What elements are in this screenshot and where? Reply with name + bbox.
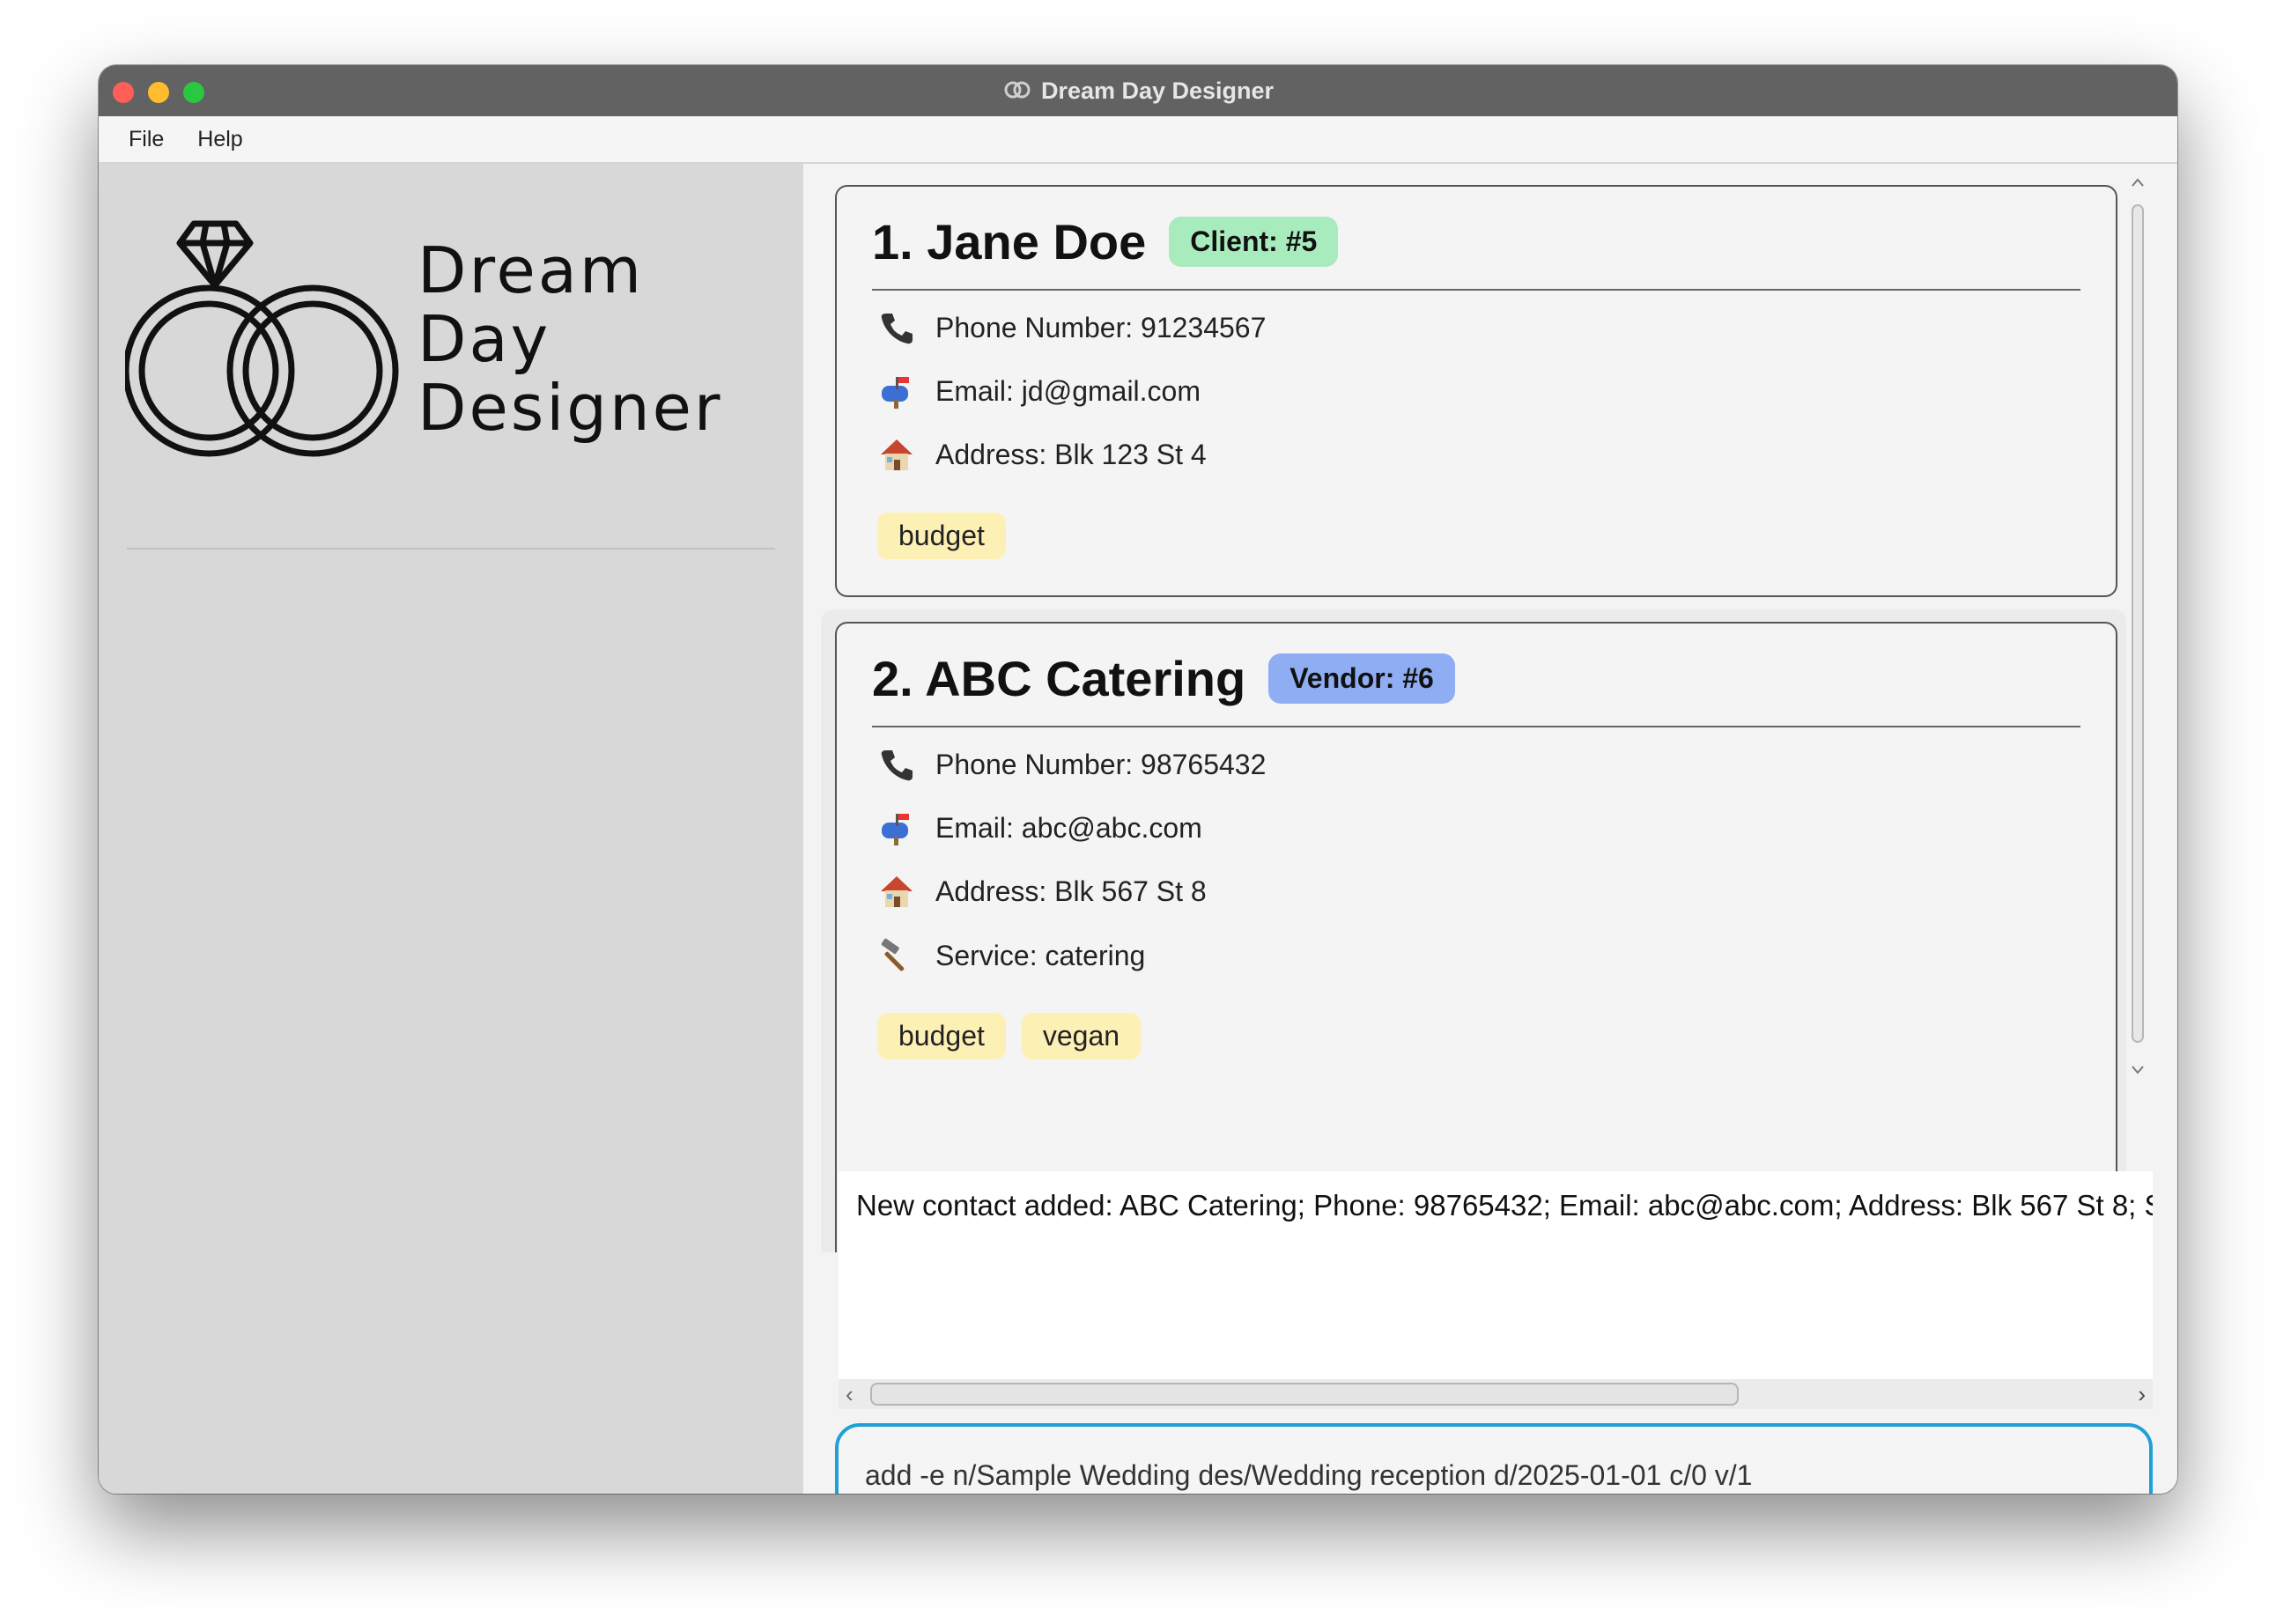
email-row: Email: abc@abc.com	[877, 810, 1202, 845]
scroll-right-icon[interactable]: ›	[2138, 1379, 2146, 1409]
scroll-down-icon[interactable]	[2131, 1064, 2145, 1076]
phone-text: Phone Number: 91234567	[935, 311, 1267, 343]
mailbox-icon	[877, 810, 916, 845]
logo-line-1: Dream	[418, 233, 645, 307]
contact-title: 1. Jane Doe	[872, 214, 1147, 269]
contact-card[interactable]: 1. Jane Doe Client: #5 Phone Number: 912…	[835, 185, 2117, 597]
address-row: Address: Blk 567 St 8	[877, 874, 1207, 909]
main-panel: 1. Jane Doe Client: #5 Phone Number: 912…	[803, 164, 2177, 1494]
contact-title: 2. ABC Catering	[872, 651, 1246, 706]
command-text[interactable]: add -e n/Sample Wedding des/Wedding rece…	[865, 1459, 1752, 1492]
maximize-window-button[interactable]	[183, 82, 204, 103]
tag-list: budget vegan	[877, 1013, 1142, 1059]
card-divider	[872, 289, 2080, 291]
window-title: Dream Day Designer	[1040, 77, 1275, 104]
scroll-left-icon[interactable]: ‹	[846, 1379, 854, 1409]
phone-icon	[877, 310, 916, 345]
menu-file[interactable]: File	[129, 127, 164, 152]
window-controls	[113, 82, 204, 103]
house-icon	[877, 874, 916, 909]
email-text: Email: jd@gmail.com	[935, 374, 1201, 407]
rings-logo-icon	[122, 217, 416, 468]
tag-list: budget	[877, 513, 1006, 559]
service-row: Service: catering	[877, 937, 1145, 974]
logo-line-2: Day	[418, 302, 551, 376]
tag-chip: budget	[877, 513, 1006, 559]
client-badge: Client: #5	[1169, 217, 1339, 267]
email-row: Email: jd@gmail.com	[877, 373, 1201, 409]
minimize-window-button[interactable]	[148, 82, 169, 103]
phone-icon	[877, 747, 916, 782]
menu-bar: File Help	[99, 116, 2177, 164]
contact-list[interactable]: 1. Jane Doe Client: #5 Phone Number: 912…	[821, 178, 2126, 1252]
mailbox-icon	[877, 373, 916, 409]
house-icon	[877, 437, 916, 472]
result-display[interactable]: New contact added: ABC Catering; Phone: …	[839, 1171, 2153, 1379]
phone-row: Phone Number: 98765432	[877, 747, 1266, 782]
scrollbar-thumb[interactable]	[2132, 204, 2144, 1043]
title-bar: Dream Day Designer	[99, 65, 2177, 116]
scroll-up-icon[interactable]	[2131, 176, 2145, 188]
tag-chip: vegan	[1021, 1013, 1142, 1059]
contact-card[interactable]: 2. ABC Catering Vendor: #6 Phone Number:…	[835, 622, 2117, 1252]
scrollbar-thumb[interactable]	[870, 1383, 1739, 1406]
divider	[127, 548, 775, 550]
card-divider	[872, 726, 2080, 727]
address-text: Address: Blk 567 St 8	[935, 875, 1207, 907]
hammer-icon	[877, 937, 916, 974]
logo-line-3: Designer	[418, 371, 723, 445]
rings-icon	[1002, 78, 1032, 105]
service-text: Service: catering	[935, 939, 1146, 971]
logo-wordmark: Dream Day Designer	[418, 236, 723, 442]
sidebar: Dream Day Designer	[99, 164, 803, 1494]
tag-chip: budget	[877, 1013, 1006, 1059]
command-input[interactable]: add -e n/Sample Wedding des/Wedding rece…	[835, 1423, 2153, 1494]
menu-help[interactable]: Help	[197, 127, 242, 152]
list-vertical-scrollbar[interactable]	[2128, 176, 2147, 1078]
phone-text: Phone Number: 98765432	[935, 748, 1267, 780]
app-window: Dream Day Designer File Help Dream Day D…	[99, 65, 2177, 1494]
close-window-button[interactable]	[113, 82, 134, 103]
vendor-badge: Vendor: #6	[1268, 653, 1455, 704]
email-text: Email: abc@abc.com	[935, 811, 1202, 844]
address-row: Address: Blk 123 St 4	[877, 437, 1207, 472]
phone-row: Phone Number: 91234567	[877, 310, 1266, 345]
address-text: Address: Blk 123 St 4	[935, 438, 1207, 470]
result-horizontal-scrollbar[interactable]: ‹ ›	[839, 1379, 2153, 1409]
result-text: New contact added: ABC Catering; Phone: …	[856, 1189, 2153, 1222]
